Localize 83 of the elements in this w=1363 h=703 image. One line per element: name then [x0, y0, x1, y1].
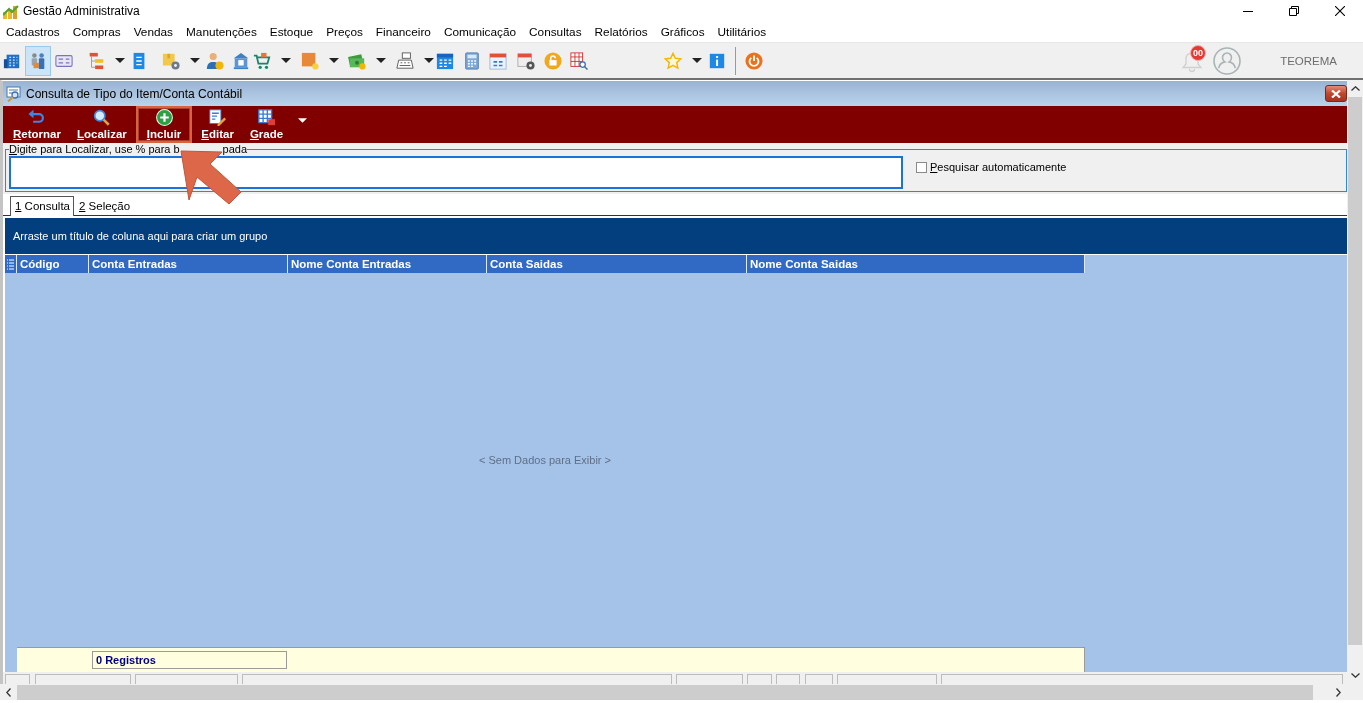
caret-icon[interactable]	[692, 58, 702, 63]
menu-item[interactable]: Relatórios	[594, 25, 648, 39]
chevron-down-icon[interactable]	[1350, 673, 1360, 678]
checkbox-label[interactable]: Pesquisar automaticamente	[930, 161, 1067, 173]
caret-icon[interactable]	[329, 58, 339, 63]
window-title: Gestão Administrativa	[23, 4, 140, 18]
hierarchy-icon	[87, 51, 105, 70]
return-button[interactable]: Retornar	[6, 106, 68, 143]
find-button[interactable]: Localizar	[69, 106, 134, 143]
menu-item[interactable]: Vendas	[133, 25, 173, 39]
plus-circle-icon	[155, 109, 173, 126]
calendar-icon	[436, 51, 454, 70]
lock-icon	[544, 51, 562, 70]
group-by-area[interactable]: Arraste um título de coluna aqui para criar um grupo	[5, 218, 1347, 254]
menu-item[interactable]: Estoque	[269, 25, 314, 39]
app-logo-icon	[3, 3, 19, 19]
calendar-icon	[489, 51, 507, 70]
calendar-gear-icon	[517, 51, 535, 70]
column-header[interactable]: Conta Saidas	[487, 255, 747, 273]
user-name: TEOREMA	[1280, 54, 1337, 67]
edit-icon	[209, 109, 227, 126]
tab[interactable]: 2 Seleção	[74, 196, 135, 215]
caret-icon[interactable]	[298, 118, 308, 123]
checkbox[interactable]	[916, 161, 927, 173]
menu-item[interactable]: Manutenções	[186, 25, 257, 39]
chevron-left-icon[interactable]	[6, 687, 11, 697]
close-button[interactable]	[1325, 85, 1347, 102]
person-coin-icon	[206, 51, 224, 70]
tab[interactable]: 1 Consulta	[10, 196, 74, 216]
package-icon	[162, 51, 180, 70]
cart-icon	[253, 51, 271, 70]
notification-badge: 00	[1190, 44, 1207, 61]
vertical-scrollbar[interactable]	[1347, 80, 1363, 684]
search-document-icon	[6, 85, 22, 102]
column-header[interactable]: Nome Conta Saidas	[747, 255, 1085, 273]
money-icon	[348, 51, 366, 70]
bank-icon	[232, 51, 250, 70]
calculator-icon	[463, 51, 481, 70]
column-chooser-button[interactable]	[5, 255, 17, 273]
column-header[interactable]: Conta Entradas	[89, 255, 288, 273]
search-field[interactable]	[9, 156, 903, 189]
search-caption-text: Digite para Localizar, use % para b	[9, 143, 180, 156]
column-header[interactable]: Código	[17, 255, 89, 273]
caret-icon[interactable]	[376, 58, 386, 63]
chevron-up-icon[interactable]	[1350, 86, 1360, 91]
menu-item[interactable]: Compras	[72, 25, 121, 39]
grid-icon	[258, 109, 276, 126]
return-arrow-icon	[28, 109, 46, 126]
minimize-icon	[1243, 10, 1253, 12]
caret-icon[interactable]	[424, 58, 434, 63]
toolbar-button[interactable]	[25, 45, 51, 76]
restore-icon	[1289, 6, 1299, 16]
menu-item[interactable]: Comunicação	[443, 25, 517, 39]
add-button[interactable]: Incluir	[135, 106, 193, 143]
power-icon	[745, 51, 763, 70]
empty-message: < Sem Dados para Exibir >	[478, 454, 612, 466]
sticky-note-icon	[301, 51, 319, 70]
scrollbar-thumb[interactable]	[1348, 97, 1362, 645]
menu-item[interactable]: Gráficos	[660, 25, 705, 39]
star-icon	[664, 51, 682, 70]
caret-icon[interactable]	[190, 58, 200, 63]
info-icon	[708, 51, 726, 70]
chevron-right-icon[interactable]	[1336, 687, 1341, 697]
record-count: 0 Registros	[92, 651, 287, 669]
people-icon	[29, 51, 47, 70]
search-caption-text: pada	[222, 143, 248, 156]
menu-item[interactable]: Cadastros	[6, 25, 60, 39]
menu-item[interactable]: Utilitários	[717, 25, 767, 39]
close-icon	[1331, 89, 1341, 98]
child-window-title: Consulta de Tipo do Item/Conta Contábil	[26, 86, 243, 101]
column-header[interactable]: Nome Conta Entradas	[288, 255, 487, 273]
close-icon	[1335, 6, 1345, 16]
menu-item[interactable]: Consultas	[529, 25, 582, 39]
menu-item[interactable]: Financeiro	[375, 25, 431, 39]
list-icon	[7, 258, 14, 270]
search-icon	[93, 109, 111, 126]
caret-icon[interactable]	[281, 58, 291, 63]
menu-item[interactable]: Preços	[326, 25, 363, 39]
grid-button[interactable]: Grade	[242, 106, 291, 143]
edit-button[interactable]: Editar	[194, 106, 241, 143]
caret-icon[interactable]	[115, 58, 125, 63]
cash-register-icon	[396, 51, 414, 70]
table-search-icon	[570, 51, 588, 70]
